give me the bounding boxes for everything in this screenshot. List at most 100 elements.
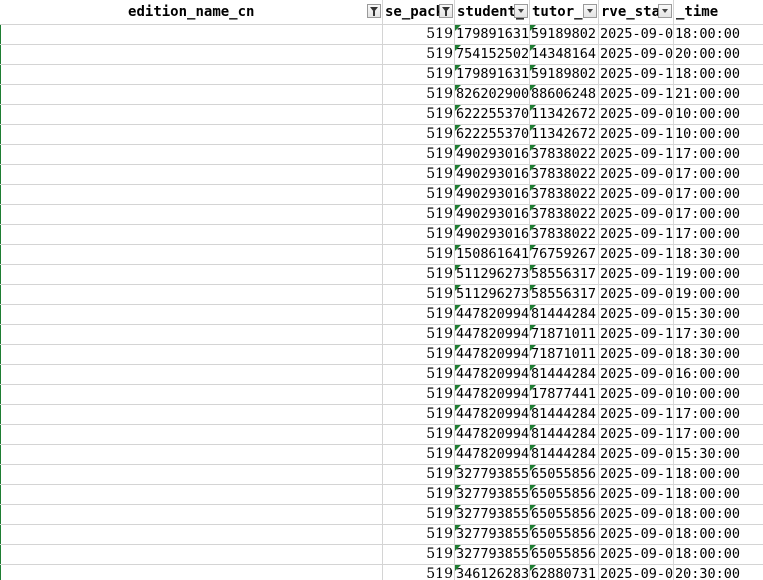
cell-date[interactable]: 2025-09-14 <box>598 124 674 145</box>
cell-edition-name[interactable] <box>0 104 383 125</box>
cell-student[interactable]: 327793855 <box>454 504 530 525</box>
cell-tutor[interactable]: 81444284 <box>529 424 599 445</box>
cell-tutor[interactable]: 62880731 <box>529 564 599 580</box>
filter-icon[interactable] <box>367 4 381 18</box>
cell-date[interactable]: 2025-09-04 <box>598 344 674 365</box>
column-header-se-pack[interactable]: se_pack <box>382 0 455 25</box>
cell-time[interactable]: 17:30:00 <box>673 324 763 345</box>
cell-time[interactable]: 17:00:00 <box>673 424 763 445</box>
cell-date[interactable]: 2025-09-15 <box>598 484 674 505</box>
cell-time[interactable]: 17:00:00 <box>673 224 763 245</box>
cell-tutor[interactable]: 58556317 <box>529 264 599 285</box>
cell-date[interactable]: 2025-09-03 <box>598 444 674 465</box>
cell-date[interactable]: 2025-09-11 <box>598 224 674 245</box>
cell-tutor[interactable]: 37838022 <box>529 164 599 185</box>
cell-pack[interactable]: 519 <box>382 84 455 105</box>
cell-student[interactable]: 511296273 <box>454 264 530 285</box>
cell-date[interactable]: 2025-09-08 <box>598 504 674 525</box>
cell-student[interactable]: 447820994 <box>454 324 530 345</box>
cell-student[interactable]: 327793855 <box>454 544 530 565</box>
cell-date[interactable]: 2025-09-05 <box>598 564 674 580</box>
cell-pack[interactable]: 519 <box>382 144 455 165</box>
cell-pack[interactable]: 519 <box>382 384 455 405</box>
cell-date[interactable]: 2025-09-13 <box>598 84 674 105</box>
cell-pack[interactable]: 519 <box>382 424 455 445</box>
filter-icon[interactable] <box>658 4 672 18</box>
column-header-reserve-start[interactable]: rve_sta <box>598 0 674 25</box>
cell-time[interactable]: 17:00:00 <box>673 204 763 225</box>
cell-edition-name[interactable] <box>0 304 383 325</box>
cell-student[interactable]: 754152502 <box>454 44 530 65</box>
cell-student[interactable]: 447820994 <box>454 364 530 385</box>
cell-time[interactable]: 10:00:00 <box>673 384 763 405</box>
cell-pack[interactable]: 519 <box>382 244 455 265</box>
cell-student[interactable]: 447820994 <box>454 384 530 405</box>
cell-pack[interactable]: 519 <box>382 484 455 505</box>
cell-pack[interactable]: 519 <box>382 224 455 245</box>
cell-edition-name[interactable] <box>0 444 383 465</box>
cell-tutor[interactable]: 59189802 <box>529 24 599 45</box>
cell-pack[interactable]: 519 <box>382 44 455 65</box>
cell-pack[interactable]: 519 <box>382 444 455 465</box>
cell-date[interactable]: 2025-09-15 <box>598 144 674 165</box>
cell-pack[interactable]: 519 <box>382 564 455 580</box>
cell-tutor[interactable]: 65055856 <box>529 504 599 525</box>
cell-date[interactable]: 2025-09-08 <box>598 44 674 65</box>
cell-pack[interactable]: 519 <box>382 284 455 305</box>
cell-pack[interactable]: 519 <box>382 64 455 85</box>
cell-pack[interactable]: 519 <box>382 264 455 285</box>
cell-edition-name[interactable] <box>0 164 383 185</box>
cell-time[interactable]: 18:30:00 <box>673 344 763 365</box>
cell-student[interactable]: 447820994 <box>454 404 530 425</box>
cell-time[interactable]: 18:00:00 <box>673 464 763 485</box>
cell-date[interactable]: 2025-09-04 <box>598 204 674 225</box>
cell-date[interactable]: 2025-09-10 <box>598 424 674 445</box>
cell-pack[interactable]: 519 <box>382 544 455 565</box>
cell-student[interactable]: 622255370 <box>454 124 530 145</box>
cell-date[interactable]: 2025-09-10 <box>598 64 674 85</box>
cell-student[interactable]: 447820994 <box>454 304 530 325</box>
cell-edition-name[interactable] <box>0 424 383 445</box>
cell-time[interactable]: 20:00:00 <box>673 44 763 65</box>
cell-pack[interactable]: 519 <box>382 124 455 145</box>
cell-student[interactable]: 447820994 <box>454 424 530 445</box>
cell-edition-name[interactable] <box>0 124 383 145</box>
column-header-edition-name-cn[interactable]: edition_name_cn <box>0 0 383 25</box>
cell-edition-name[interactable] <box>0 464 383 485</box>
cell-time[interactable]: 21:00:00 <box>673 84 763 105</box>
cell-edition-name[interactable] <box>0 364 383 385</box>
cell-time[interactable]: 19:00:00 <box>673 264 763 285</box>
cell-pack[interactable]: 519 <box>382 364 455 385</box>
cell-tutor[interactable]: 37838022 <box>529 204 599 225</box>
cell-student[interactable]: 490293016 <box>454 184 530 205</box>
cell-tutor[interactable]: 65055856 <box>529 524 599 545</box>
cell-date[interactable]: 2025-09-04 <box>598 544 674 565</box>
cell-edition-name[interactable] <box>0 264 383 285</box>
cell-student[interactable]: 327793855 <box>454 464 530 485</box>
cell-edition-name[interactable] <box>0 384 383 405</box>
cell-tutor[interactable]: 71871011 <box>529 324 599 345</box>
cell-edition-name[interactable] <box>0 244 383 265</box>
cell-pack[interactable]: 519 <box>382 304 455 325</box>
cell-edition-name[interactable] <box>0 344 383 365</box>
cell-date[interactable]: 2025-09-08 <box>598 184 674 205</box>
cell-pack[interactable]: 519 <box>382 324 455 345</box>
cell-edition-name[interactable] <box>0 404 383 425</box>
cell-date[interactable]: 2025-09-10 <box>598 244 674 265</box>
cell-edition-name[interactable] <box>0 84 383 105</box>
cell-pack[interactable]: 519 <box>382 404 455 425</box>
cell-time[interactable]: 10:00:00 <box>673 124 763 145</box>
cell-date[interactable]: 2025-09-15 <box>598 404 674 425</box>
filter-icon[interactable] <box>439 4 453 18</box>
cell-time[interactable]: 15:30:00 <box>673 444 763 465</box>
cell-tutor[interactable]: 37838022 <box>529 224 599 245</box>
cell-edition-name[interactable] <box>0 484 383 505</box>
cell-student[interactable]: 179891631 <box>454 24 530 45</box>
cell-time[interactable]: 18:00:00 <box>673 64 763 85</box>
cell-pack[interactable]: 519 <box>382 204 455 225</box>
cell-tutor[interactable]: 14348164 <box>529 44 599 65</box>
cell-time[interactable]: 18:30:00 <box>673 244 763 265</box>
cell-edition-name[interactable] <box>0 284 383 305</box>
cell-student[interactable]: 346126283 <box>454 564 530 580</box>
cell-tutor[interactable]: 71871011 <box>529 344 599 365</box>
